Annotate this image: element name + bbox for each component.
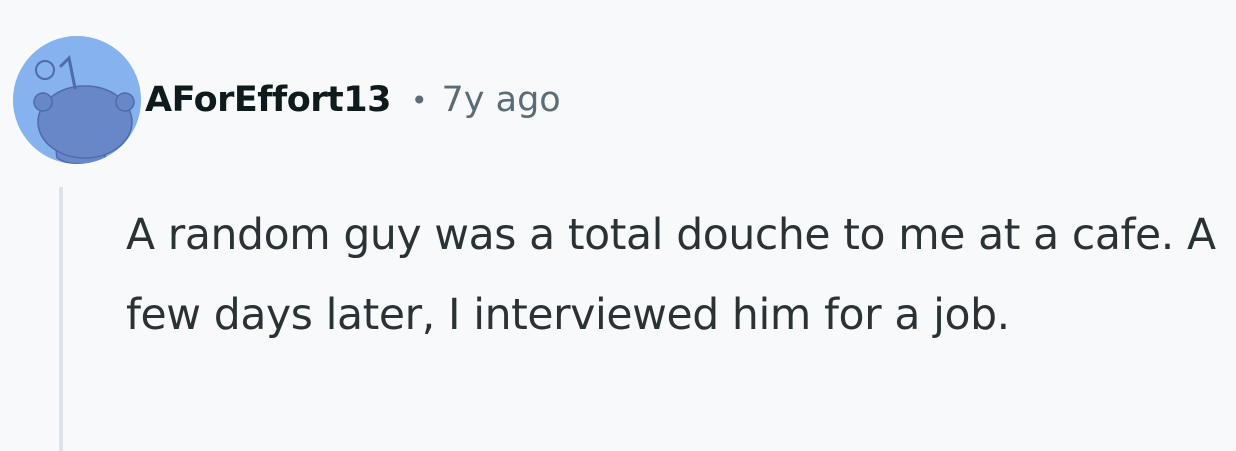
thread-line[interactable] [59,187,63,451]
comment-timestamp[interactable]: 7y ago [442,80,561,120]
meta-separator: • [411,83,428,117]
comment: AForEffort13 • 7y ago A random guy was a… [0,0,1236,451]
comment-body: A random guy was a total douche to me at… [126,211,1216,340]
comment-header: AForEffort13 • 7y ago [13,36,561,164]
avatar-icon[interactable] [13,36,141,164]
author-username[interactable]: AForEffort13 [145,80,392,120]
